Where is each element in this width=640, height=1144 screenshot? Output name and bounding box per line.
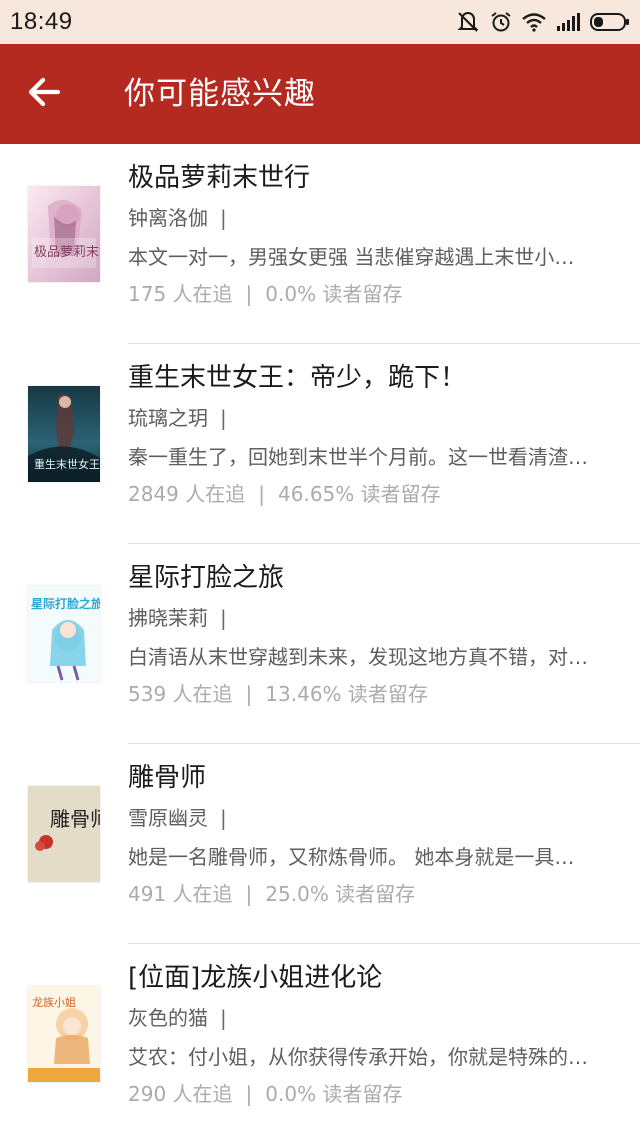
author-row: 雪原幽灵 | — [128, 804, 227, 832]
book-cover: 龙族小姐 — [28, 986, 100, 1082]
book-cover: 极品萝莉末世行 — [28, 186, 100, 282]
author-row: 琉璃之玥 | — [128, 404, 227, 432]
book-author: 灰色的猫 — [128, 1006, 208, 1030]
book-retention: 25.0% 读者留存 — [265, 882, 416, 906]
book-item[interactable]: 星际打脸之旅 星际打脸之旅 拂晓茉莉 | 白清语从末世穿越到未来，发现这地方真不错… — [0, 544, 640, 744]
cover-text: 重生末世女王 — [34, 457, 100, 471]
cover-text: 雕骨师 — [50, 807, 100, 831]
status-time: 18:49 — [10, 8, 73, 35]
book-title: 雕骨师 — [128, 763, 207, 793]
author-separator: | — [220, 206, 227, 230]
book-author: 拂晓茉莉 — [128, 606, 208, 630]
book-item[interactable]: 雕骨师 雕骨师 雪原幽灵 | 她是一名雕骨师，又称炼骨师。 她本身就是一具… 49… — [0, 744, 640, 944]
book-stats: 2849 人在追 | 46.65% 读者留存 — [128, 480, 441, 508]
wifi-icon — [522, 12, 546, 32]
book-title: [位面]龙族小姐进化论 — [128, 963, 383, 993]
book-title: 极品萝莉末世行 — [128, 163, 311, 193]
book-author: 钟离洛伽 — [128, 206, 208, 230]
book-item[interactable]: 重生末世女王 重生末世女王：帝少，跪下！ 琉璃之玥 | 秦一重生了，回她到末世半个… — [0, 344, 640, 544]
stats-separator: | — [245, 682, 253, 706]
book-author: 雪原幽灵 — [128, 806, 208, 830]
book-list: 极品萝莉末世行 极品萝莉末世行 钟离洛伽 | 本文一对一，男强女更强 当悲催穿越遇… — [0, 144, 640, 1144]
book-description: 艾农：付小姐，从你获得传承开始，你就是特殊的… — [128, 1045, 588, 1069]
author-separator: | — [220, 406, 227, 430]
cover-text: 星际打脸之旅 — [31, 596, 100, 611]
author-row: 拂晓茉莉 | — [128, 604, 227, 632]
status-bar: 18:49 — [0, 0, 640, 44]
book-cover: 星际打脸之旅 — [28, 586, 100, 682]
book-description: 秦一重生了，回她到末世半个月前。这一世看清渣… — [128, 445, 588, 469]
book-stats: 175 人在追 | 0.0% 读者留存 — [128, 280, 402, 308]
book-item[interactable]: 龙族小姐 [位面]龙族小姐进化论 灰色的猫 | 艾农：付小姐，从你获得传承开始，你… — [0, 944, 640, 1144]
author-separator: | — [220, 606, 227, 630]
alarm-icon — [490, 11, 512, 33]
stats-separator: | — [245, 1082, 253, 1106]
book-retention: 0.0% 读者留存 — [265, 282, 403, 306]
cover-text: 龙族小姐 — [32, 995, 76, 1009]
author-row: 钟离洛伽 | — [128, 204, 227, 232]
author-row: 灰色的猫 | — [128, 1004, 227, 1032]
mute-vibrate-icon — [456, 10, 480, 34]
book-followers: 2849 人在追 — [128, 482, 246, 506]
book-followers: 491 人在追 — [128, 882, 233, 906]
stats-separator: | — [258, 482, 266, 506]
app-header: 你可能感兴趣 — [0, 44, 640, 144]
signal-icon — [556, 12, 580, 32]
book-item[interactable]: 极品萝莉末世行 极品萝莉末世行 钟离洛伽 | 本文一对一，男强女更强 当悲催穿越遇… — [0, 144, 640, 344]
author-separator: | — [220, 1006, 227, 1030]
author-separator: | — [220, 806, 227, 830]
book-followers: 539 人在追 — [128, 682, 233, 706]
arrow-left-icon — [26, 74, 62, 114]
book-stats: 539 人在追 | 13.46% 读者留存 — [128, 680, 428, 708]
stats-separator: | — [245, 882, 253, 906]
back-button[interactable] — [18, 68, 70, 120]
book-retention: 13.46% 读者留存 — [265, 682, 428, 706]
battery-icon — [590, 12, 630, 32]
book-followers: 290 人在追 — [128, 1082, 233, 1106]
book-description: 白清语从末世穿越到未来，发现这地方真不错，对… — [128, 645, 588, 669]
book-description: 她是一名雕骨师，又称炼骨师。 她本身就是一具… — [128, 845, 575, 869]
cover-text: 极品萝莉末世行 — [34, 245, 100, 260]
book-description: 本文一对一，男强女更强 当悲催穿越遇上末世小… — [128, 245, 575, 269]
book-stats: 491 人在追 | 25.0% 读者留存 — [128, 880, 415, 908]
book-author: 琉璃之玥 — [128, 406, 208, 430]
book-stats: 290 人在追 | 0.0% 读者留存 — [128, 1080, 402, 1108]
book-retention: 46.65% 读者留存 — [278, 482, 441, 506]
book-cover: 重生末世女王 — [28, 386, 100, 482]
book-title: 重生末世女王：帝少，跪下！ — [128, 363, 467, 393]
book-cover: 雕骨师 — [28, 786, 100, 882]
book-title: 星际打脸之旅 — [128, 563, 285, 593]
status-icons — [456, 9, 630, 35]
book-retention: 0.0% 读者留存 — [265, 1082, 403, 1106]
page-title: 你可能感兴趣 — [124, 76, 316, 112]
stats-separator: | — [245, 282, 253, 306]
book-followers: 175 人在追 — [128, 282, 233, 306]
